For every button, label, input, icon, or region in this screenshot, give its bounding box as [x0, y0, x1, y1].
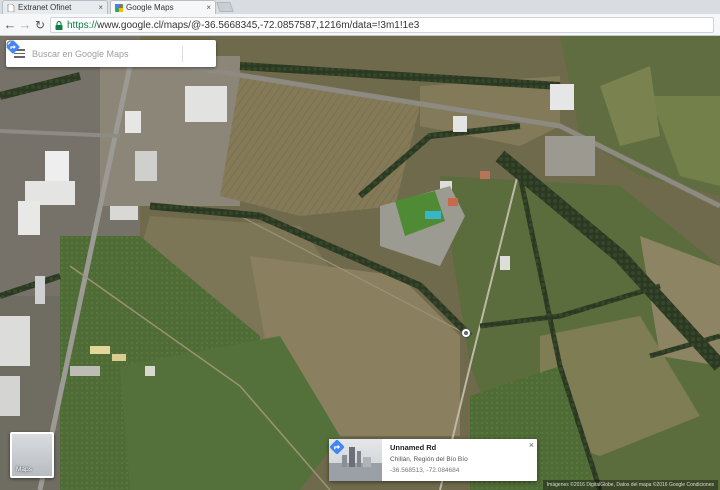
- directions-icon[interactable]: [329, 439, 345, 455]
- tab-title: Extranet Ofinet: [18, 3, 72, 12]
- browser-toolbar: ← → ↻ https:// www.google.cl/maps/@-36.5…: [0, 14, 720, 36]
- map-attribution: Imágenes ©2016 DigitalGlobe, Datos del m…: [542, 480, 718, 490]
- map-layer-toggle[interactable]: Maps: [10, 432, 54, 478]
- forward-arrow-icon[interactable]: →: [18, 17, 32, 33]
- close-icon[interactable]: ×: [529, 440, 534, 450]
- page-icon: [7, 3, 15, 12]
- layer-toggle-label: Maps: [16, 466, 32, 473]
- satellite-map[interactable]: Unnamed Rd Chillán, Región del Bío Bío -…: [0, 36, 720, 490]
- search-icon[interactable]: [6, 40, 182, 67]
- back-arrow-icon[interactable]: ←: [3, 17, 17, 33]
- place-coordinates: -36.568513, -72.084684: [390, 467, 460, 474]
- satellite-imagery: [0, 36, 720, 490]
- google-maps-favicon-icon: [115, 3, 123, 12]
- tab-google-maps[interactable]: Google Maps ×: [110, 0, 216, 14]
- lock-icon: [55, 20, 63, 30]
- place-region: Chillán, Región del Bío Bío: [390, 456, 468, 463]
- tab-strip: Extranet Ofinet × Google Maps ×: [0, 0, 720, 14]
- directions-icon[interactable]: [6, 40, 211, 67]
- tab-extranet-ofinet[interactable]: Extranet Ofinet ×: [2, 0, 108, 14]
- url-text: www.google.cl/maps/@-36.5668345,-72.0857…: [97, 19, 420, 31]
- url-scheme: https://: [67, 19, 98, 31]
- place-info-card[interactable]: Unnamed Rd Chillán, Región del Bío Bío -…: [329, 439, 537, 481]
- reload-icon[interactable]: ↻: [33, 17, 47, 33]
- map-search-box: [6, 40, 216, 67]
- search-input[interactable]: [32, 48, 160, 59]
- tab-close-icon[interactable]: ×: [98, 3, 103, 12]
- address-bar[interactable]: https:// www.google.cl/maps/@-36.5668345…: [50, 17, 714, 33]
- tab-title: Google Maps: [126, 3, 174, 12]
- new-tab-button[interactable]: [216, 2, 234, 12]
- tab-close-icon[interactable]: ×: [206, 3, 211, 12]
- place-title: Unnamed Rd: [390, 443, 437, 452]
